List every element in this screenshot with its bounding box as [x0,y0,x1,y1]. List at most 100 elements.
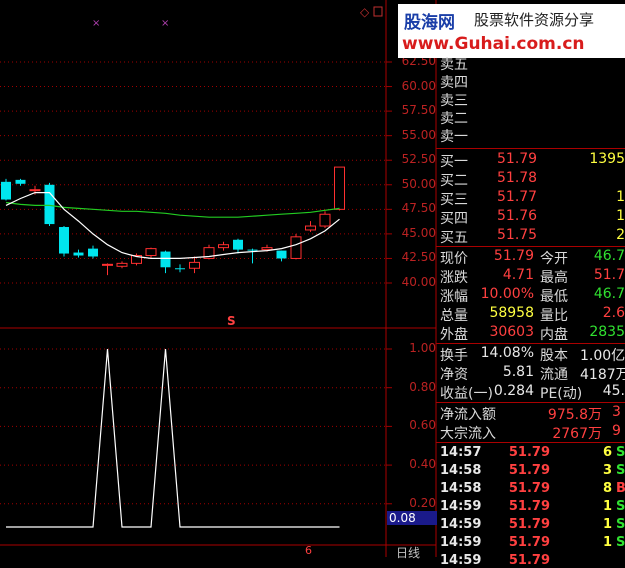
quote-value: 30603 [489,324,534,340]
price-tick-label: 52.50 [401,152,436,167]
fundamental-label: 净资 [440,367,468,383]
moving-averages [5,192,340,259]
buy-level-volume: 2 [616,227,625,243]
candle-body-up [29,189,41,192]
flow-label: 净流入额 [440,407,496,423]
signal-marker: S [227,314,236,328]
candle-body-up [305,225,316,231]
x-marker-1: × [92,18,100,29]
diamond-icon[interactable]: ◇ [360,5,370,19]
trade-time: 14:59 [440,517,482,532]
trade-flag: S [616,445,625,460]
buy-level-price: 51.78 [497,170,538,186]
candle-body-down [88,248,98,257]
trade-flag: B [616,481,625,496]
candle-body-down [247,249,258,251]
trade-volume: 1 [602,535,612,550]
trade-volume: 3 [602,463,612,478]
buy-level-price: 51.76 [497,208,538,224]
indicator-tick-label: 0.80 [409,379,436,394]
candle-body-up [261,247,273,251]
buy-level-volume: 1395 [589,151,625,167]
buy-level-price: 51.75 [497,227,538,243]
trade-price: 51.79 [508,517,550,532]
ma-line-green [5,201,340,218]
flow-value: 2767万 [552,426,602,442]
fundamental-label: 流通 [540,367,568,383]
trade-volume: 8 [602,481,612,496]
flow-value: 975.8万 [547,407,602,423]
indicator-current-value: 0.08 [387,511,437,525]
x-marker-2: × [161,18,169,29]
brand-banner[interactable]: 股海网 股票软件资源分享 www.Guhai.com.cn [398,4,625,58]
candle-body-up [145,248,157,256]
quote-label: 最高 [540,270,568,286]
buy-level-label: 买一 [440,154,468,170]
trade-flag: S [616,463,625,478]
x-axis-marker: 6 [305,544,312,557]
panel-section-divider [436,148,625,149]
trade-volume: 1 [602,499,612,514]
indicator-tick-label: 0.20 [409,495,436,510]
flow-extra: 3 [612,404,621,420]
trade-price: 51.79 [508,553,550,568]
price-tick-label: 50.00 [401,176,436,191]
quote-label: 量比 [540,308,568,324]
buy-level-volume: 1 [616,208,625,224]
square-icon[interactable] [373,6,383,17]
indicator-grid [0,348,392,505]
quote-label: 涨幅 [440,289,468,305]
candle-body-down [160,251,171,268]
trade-price: 51.79 [508,445,550,460]
price-tick-label: 42.50 [401,250,436,265]
quote-label: 外盘 [440,327,468,343]
sell-level-label: 卖三 [440,93,468,109]
quote-label: 总量 [440,308,468,324]
quote-value: 51.79 [493,248,534,264]
candle-body-down [44,184,55,225]
candle-body-down [233,239,243,250]
quote-value: 2.6 [602,305,625,321]
candle-body-up [218,244,229,249]
quote-value: 2835 [589,324,625,340]
candle-body-up [290,236,302,259]
price-tick-label: 40.00 [401,275,436,289]
indicator-tick-label: 0.40 [409,457,436,472]
price-tick-label: 60.00 [401,78,436,93]
quote-label: 现价 [440,251,468,267]
fundamental-value: 14.08% [480,345,534,361]
trade-volume: 6 [602,445,612,460]
buy-level-volume: 1 [616,189,625,205]
flow-label: 大宗流入 [440,426,496,442]
fundamental-label: 换手 [440,348,468,364]
trade-flag: S [616,499,625,514]
sell-level-label: 卖二 [440,111,468,127]
fundamental-value: 4187万 [580,367,625,383]
price-tick-label: 45.00 [401,225,436,240]
quote-value: 46.7 [593,248,625,264]
candle-body-up [102,263,113,266]
trade-price: 51.79 [508,463,550,478]
indicator-tick-label: 1.00 [409,341,436,355]
price-grid [0,61,392,284]
trade-time: 14:59 [440,535,482,550]
fundamental-value: 45. [602,383,625,399]
candle-body-down [59,227,69,254]
buy-level-price: 51.79 [497,151,538,167]
candle-body-down [1,181,11,200]
buy-level-price: 51.77 [497,189,538,205]
trade-flag: S [616,535,625,550]
trade-time: 14:58 [440,463,482,478]
trade-time: 14:57 [440,445,482,460]
fundamental-value: 5.81 [502,364,534,380]
indicator-group [6,348,340,528]
buy-level-label: 买四 [440,211,468,227]
fundamental-value: 0.284 [493,383,534,399]
sell-level-label: 卖一 [440,129,468,145]
ma-line-white [5,192,340,259]
period-label[interactable]: 日线 [396,544,420,561]
candle-body-down [276,250,287,259]
quote-value: 46.7 [593,286,625,302]
brand-url: www.Guhai.com.cn [402,34,585,54]
trade-price: 51.79 [508,499,550,514]
